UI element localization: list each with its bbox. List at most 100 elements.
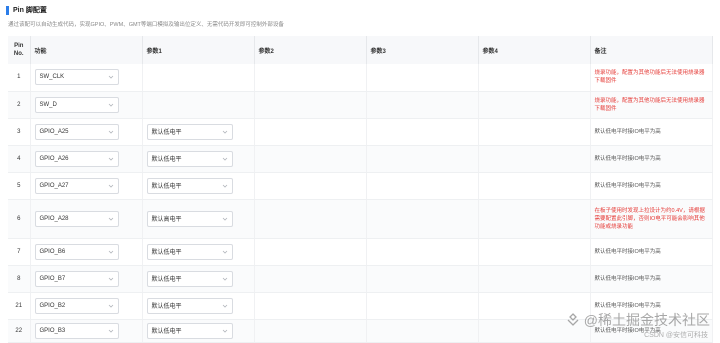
note-cell: 烧录功能，配置为其他功能后无法使用烧录器下载固件 bbox=[590, 91, 713, 119]
note-text: 烧录功能，配置为其他功能后无法使用烧录器下载固件 bbox=[594, 70, 705, 85]
table-header-row: Pin No. 功能 参数1 参数2 参数3 参数4 备注 bbox=[8, 36, 713, 64]
param4-cell bbox=[478, 199, 591, 239]
function-select[interactable]: GPIO_A26 bbox=[34, 150, 119, 167]
pin-number: 2 bbox=[8, 91, 31, 119]
table-row: 4 GPIO_A26 默认低电平 默认低电平时接IO电平为高 bbox=[8, 145, 713, 173]
function-cell: SW_D bbox=[30, 91, 143, 119]
function-select[interactable]: GPIO_A27 bbox=[34, 177, 119, 194]
param1-select[interactable]: 默认低电平 bbox=[146, 297, 233, 314]
pin-number: 4 bbox=[8, 145, 31, 173]
pin-number: 21 bbox=[8, 292, 31, 320]
param2-cell bbox=[254, 265, 367, 293]
function-select[interactable]: GPIO_B7 bbox=[34, 270, 119, 287]
param1-select[interactable]: 默认低电平 bbox=[146, 322, 233, 339]
function-cell: GPIO_A27 bbox=[30, 172, 143, 200]
title-accent-bar bbox=[6, 5, 9, 15]
param1-cell: 默认低电平 bbox=[142, 145, 255, 173]
param4-cell bbox=[478, 64, 591, 92]
pin-number: 3 bbox=[8, 118, 31, 146]
function-select[interactable]: GPIO_A25 bbox=[34, 123, 119, 140]
param1-value: 默认低电平 bbox=[151, 304, 182, 310]
param2-cell bbox=[254, 64, 367, 92]
table-row: 5 GPIO_A27 默认低电平 默认低电平时接IO电平为高 bbox=[8, 172, 713, 200]
param2-cell bbox=[254, 238, 367, 266]
function-value: GPIO_B2 bbox=[39, 302, 66, 309]
chevron-down-icon bbox=[108, 129, 114, 135]
chevron-down-icon bbox=[222, 129, 228, 135]
param1-cell bbox=[142, 64, 255, 92]
param4-cell bbox=[478, 145, 591, 173]
param3-cell bbox=[366, 145, 479, 173]
param2-cell bbox=[254, 172, 367, 200]
param1-select[interactable]: 默认高电平 bbox=[146, 210, 233, 227]
note-text: 烧录功能，配置为其他功能后无法使用烧录器下载固件 bbox=[594, 97, 705, 112]
function-select[interactable]: GPIO_B3 bbox=[34, 322, 119, 339]
function-value: GPIO_A25 bbox=[39, 128, 69, 135]
header-param4: 参数4 bbox=[478, 36, 591, 64]
juejin-logo-icon bbox=[567, 313, 579, 326]
param1-select[interactable]: 默认低电平 bbox=[146, 123, 233, 140]
chevron-down-icon bbox=[108, 156, 114, 162]
param3-cell bbox=[366, 64, 479, 92]
note-cell: 默认低电平时接IO电平为高 bbox=[590, 145, 713, 173]
watermark-text: @稀土掘金技术社区 bbox=[583, 312, 710, 328]
pin-number: 7 bbox=[8, 238, 31, 266]
function-select[interactable]: SW_D bbox=[34, 96, 119, 113]
param1-value: 默认低电平 bbox=[151, 157, 182, 163]
param2-cell bbox=[254, 319, 367, 343]
table-row: 1 SW_CLK 烧录功能，配置为其他功能后无法使用烧录器下载固件 bbox=[8, 64, 713, 92]
param3-cell bbox=[366, 118, 479, 146]
header-note: 备注 bbox=[590, 36, 713, 64]
function-cell: GPIO_B6 bbox=[30, 238, 143, 266]
function-cell: GPIO_B2 bbox=[30, 292, 143, 320]
param1-cell: 默认低电平 bbox=[142, 319, 255, 343]
param3-cell bbox=[366, 238, 479, 266]
param1-value: 默认低电平 bbox=[151, 130, 182, 136]
function-select[interactable]: GPIO_B2 bbox=[34, 297, 119, 314]
note-text: 默认低电平时接IO电平为高 bbox=[594, 182, 661, 189]
note-cell: 烧录功能，配置为其他功能后无法使用烧录器下载固件 bbox=[590, 64, 713, 92]
function-cell: GPIO_A28 bbox=[30, 199, 143, 239]
note-cell: 默认低电平时接IO电平为高 bbox=[590, 172, 713, 200]
param1-select[interactable]: 默认低电平 bbox=[146, 150, 233, 167]
param1-cell: 默认高电平 bbox=[142, 199, 255, 239]
function-cell: GPIO_B7 bbox=[30, 265, 143, 293]
note-text: 默认低电平时接IO电平为高 bbox=[594, 128, 661, 135]
function-value: GPIO_B7 bbox=[39, 275, 66, 282]
function-value: SW_CLK bbox=[39, 74, 65, 81]
function-cell: SW_CLK bbox=[30, 64, 143, 92]
section-subtitle: 通过该配可以自动生成代码，实现GPIO、PWM、GMT等端口模拟及输出位定义、无… bbox=[8, 22, 284, 28]
param4-cell bbox=[478, 91, 591, 119]
chevron-down-icon bbox=[108, 74, 114, 80]
param3-cell bbox=[366, 292, 479, 320]
param1-select[interactable]: 默认低电平 bbox=[146, 177, 233, 194]
chevron-down-icon bbox=[222, 276, 228, 282]
param1-value: 默认低电平 bbox=[151, 329, 182, 335]
function-select[interactable]: SW_CLK bbox=[34, 69, 119, 86]
function-select[interactable]: GPIO_A28 bbox=[34, 210, 119, 227]
note-text: 在板子使用时发现上拉设计为约0.4V，请根据需要配置此引脚，否则IO电平可能会影… bbox=[594, 207, 705, 230]
function-cell: GPIO_A26 bbox=[30, 145, 143, 173]
param1-value: 默认低电平 bbox=[151, 184, 182, 190]
pin-number: 8 bbox=[8, 265, 31, 293]
param3-cell bbox=[366, 91, 479, 119]
chevron-down-icon bbox=[222, 249, 228, 255]
pin-number: 6 bbox=[8, 199, 31, 239]
function-select[interactable]: GPIO_B6 bbox=[34, 243, 119, 260]
note-cell: 默认低电平时接IO电平为高 bbox=[590, 238, 713, 266]
chevron-down-icon bbox=[222, 328, 228, 334]
note-text: 默认低电平时接IO电平为高 bbox=[594, 275, 661, 282]
note-cell: 默认低电平时接IO电平为高 bbox=[590, 118, 713, 146]
chevron-down-icon bbox=[222, 183, 228, 189]
param4-cell bbox=[478, 118, 591, 146]
param4-cell bbox=[478, 238, 591, 266]
param1-select[interactable]: 默认低电平 bbox=[146, 243, 233, 260]
chevron-down-icon bbox=[108, 102, 114, 108]
param4-cell bbox=[478, 172, 591, 200]
param1-cell: 默认低电平 bbox=[142, 265, 255, 293]
function-value: GPIO_B3 bbox=[39, 327, 66, 334]
chevron-down-icon bbox=[108, 183, 114, 189]
note-text: 默认低电平时接IO电平为高 bbox=[594, 155, 661, 162]
section-header: Pin 脚配置 bbox=[6, 5, 47, 15]
param1-select[interactable]: 默认低电平 bbox=[146, 270, 233, 287]
